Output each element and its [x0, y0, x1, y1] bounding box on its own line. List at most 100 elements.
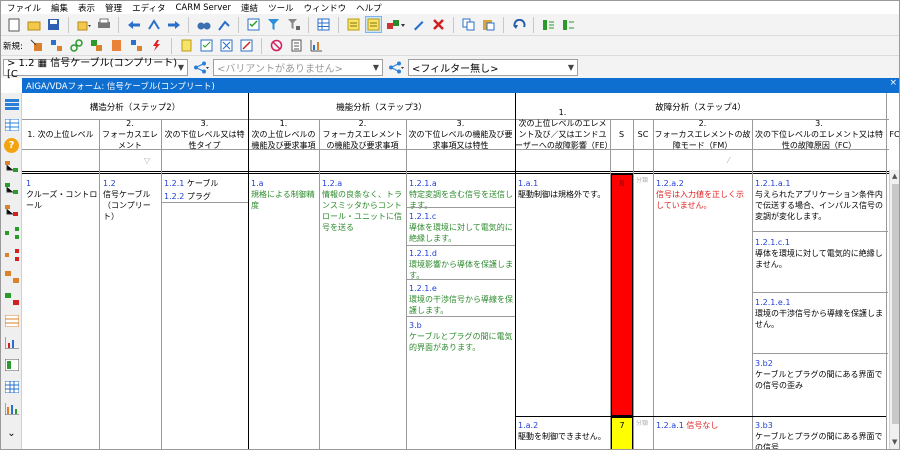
undo-icon[interactable]	[510, 16, 527, 33]
expand-icon[interactable]	[540, 16, 557, 33]
note-icon[interactable]	[345, 16, 362, 33]
structure-focus-element[interactable]: 1.2 信号ケーブル（コンプリート）	[103, 178, 159, 222]
new-forbidden-icon[interactable]	[268, 37, 285, 54]
table-icon[interactable]	[315, 16, 332, 33]
new-system-icon[interactable]	[28, 37, 45, 54]
lower-function[interactable]: 1.2.1.e 環境の干渉信号から導線を保護します。	[409, 283, 513, 316]
function-net-icon[interactable]	[4, 227, 19, 241]
failure-cause[interactable]: 1.2.1.e.1 環境の干渉信号から導線を保護しません。	[755, 297, 885, 330]
save-icon[interactable]	[45, 16, 62, 33]
lower-function[interactable]: 1.2.1.d 環境影響から導体を保護します。	[409, 248, 513, 281]
failure-cause[interactable]: 3.b3 ケーブルとプラグの間にある界面での信号	[755, 420, 885, 449]
find-icon[interactable]	[195, 16, 212, 33]
paste-icon[interactable]	[480, 16, 497, 33]
statistics-view-icon[interactable]	[4, 403, 19, 417]
failure-cause[interactable]: 1.2.1.c.1 導体を環境に対して電気的に絶縁しません。	[755, 237, 885, 270]
severity-cell-mid[interactable]: 7	[611, 417, 633, 449]
new-failure-icon[interactable]	[148, 37, 165, 54]
menu-view[interactable]: 表示	[76, 2, 97, 14]
forward-icon[interactable]	[165, 16, 182, 33]
scroll-down-icon[interactable]: ⌄	[4, 427, 19, 441]
new-document-list-icon[interactable]	[288, 37, 305, 54]
lower-function[interactable]: 1.2.1.c 導体を環境に対して電気的に絶縁します。	[409, 211, 513, 244]
filter-selector[interactable]: <フィルター無し> ▼	[408, 58, 578, 76]
focus-function[interactable]: 1.2.a 情報の良条なく、トランスミッタからコントロール・ユニットに信号を送る	[322, 178, 404, 233]
close-icon[interactable]: ×	[889, 78, 897, 88]
action-dropdown-icon[interactable]	[385, 16, 407, 33]
new-optimize-icon[interactable]	[238, 37, 255, 54]
open-icon[interactable]	[25, 16, 42, 33]
report-view-icon[interactable]	[4, 358, 19, 373]
share-icon[interactable]	[387, 59, 404, 76]
failure-effect[interactable]: 1.a.2 駆動を制御できません。	[518, 420, 608, 442]
filter-icon[interactable]	[265, 16, 282, 33]
form-view-icon[interactable]	[4, 314, 19, 329]
new-link-icon[interactable]	[68, 37, 85, 54]
failure-tree-icon[interactable]	[4, 205, 19, 219]
pen-icon[interactable]	[410, 16, 427, 33]
new-function-icon[interactable]	[88, 37, 105, 54]
function-tree-icon[interactable]	[4, 183, 19, 197]
failure-mode[interactable]: 1.2.a.1 信号なし	[656, 420, 750, 431]
matrix-view-icon[interactable]	[4, 380, 19, 395]
new-icon[interactable]	[5, 16, 22, 33]
higher-function[interactable]: 1.a 規格による制御精度	[251, 178, 317, 211]
list-view-icon[interactable]	[4, 99, 19, 113]
menu-editor[interactable]: エディタ	[130, 2, 167, 14]
filter-marker-icon[interactable]: ⁄	[728, 156, 729, 165]
checklist-icon[interactable]	[245, 16, 262, 33]
scroll-down-icon[interactable]: ▼	[892, 438, 897, 446]
menu-link[interactable]: 連結	[239, 2, 260, 14]
menu-manage[interactable]: 管理	[103, 2, 124, 14]
open-dropdown-icon[interactable]	[75, 16, 92, 33]
failure-cause[interactable]: 3.b2 ケーブルとプラグの間にある界面での信号の歪み	[755, 358, 885, 391]
share-icon[interactable]	[192, 59, 209, 76]
failure-effect[interactable]: 1.a.1 駆動制御は規格外です。	[518, 178, 608, 200]
new-cancel-icon[interactable]	[218, 37, 235, 54]
variant-selector[interactable]: <バリアントがありません> ▼	[213, 58, 383, 76]
new-branch-icon[interactable]	[128, 37, 145, 54]
menu-carm-server[interactable]: CARM Server	[173, 3, 233, 13]
classification-mark[interactable]: 分類	[636, 177, 652, 184]
scroll-up-icon[interactable]: ▲	[892, 172, 897, 180]
filter-marker-icon[interactable]: ▽	[144, 156, 150, 165]
collapse-icon[interactable]	[560, 16, 577, 33]
menu-file[interactable]: ファイル	[5, 2, 43, 14]
chart-view-icon[interactable]	[4, 337, 19, 351]
structure-net-icon[interactable]	[4, 271, 19, 285]
mark-icon[interactable]	[215, 16, 232, 33]
failure-mode[interactable]: 1.2.a.2 信号は入力値を正しく示していません。	[656, 178, 750, 211]
new-structure-icon[interactable]	[48, 37, 65, 54]
structure-lower-element-plug[interactable]: 1.2.2 プラグ	[164, 191, 246, 202]
note-active-icon[interactable]	[365, 16, 382, 33]
element-text: 規格による制御精度	[251, 190, 315, 210]
menu-tools[interactable]: ツール	[266, 2, 296, 14]
item-selector[interactable]: > 1.2 ▦ 信号ケーブル(コンプリート) [C ▼	[3, 58, 188, 80]
help-icon[interactable]: ?	[4, 138, 19, 153]
new-measure-icon[interactable]	[178, 37, 195, 54]
copy-icon[interactable]	[460, 16, 477, 33]
print-icon[interactable]	[95, 16, 112, 33]
structure-higher-element[interactable]: 1 クルーズ・コントロール	[26, 178, 98, 211]
new-document-icon[interactable]	[108, 37, 125, 54]
filter-sort-icon[interactable]	[285, 16, 302, 33]
redirect-icon[interactable]	[145, 16, 162, 33]
new-chart-icon[interactable]	[308, 37, 325, 54]
failure-cause[interactable]: 1.2.1.a.1 与えられたアプリケーション条件内で伝送する場合、インパルス信…	[755, 178, 885, 222]
measure-net-icon[interactable]	[4, 293, 19, 307]
scroll-thumb[interactable]	[892, 184, 899, 424]
structure-lower-element-cable[interactable]: 1.2.1 ケーブル	[164, 178, 246, 189]
classification-mark[interactable]: 分類	[636, 420, 652, 427]
menu-window[interactable]: ウィンドウ	[302, 2, 349, 14]
menu-edit[interactable]: 編集	[49, 2, 70, 14]
vertical-scrollbar[interactable]: ▲ ▼	[889, 170, 899, 449]
structure-tree-icon[interactable]	[4, 161, 19, 175]
new-check-icon[interactable]	[198, 37, 215, 54]
lower-function[interactable]: 3.b ケーブルとプラグの間に電気的界面があります。	[409, 320, 513, 353]
failure-net-icon[interactable]	[4, 249, 19, 263]
delete-icon[interactable]	[430, 16, 447, 33]
menu-help[interactable]: ヘルプ	[354, 2, 384, 14]
table-view-icon[interactable]	[4, 118, 19, 133]
back-icon[interactable]	[125, 16, 142, 33]
severity-cell-high[interactable]: 8	[611, 174, 633, 416]
